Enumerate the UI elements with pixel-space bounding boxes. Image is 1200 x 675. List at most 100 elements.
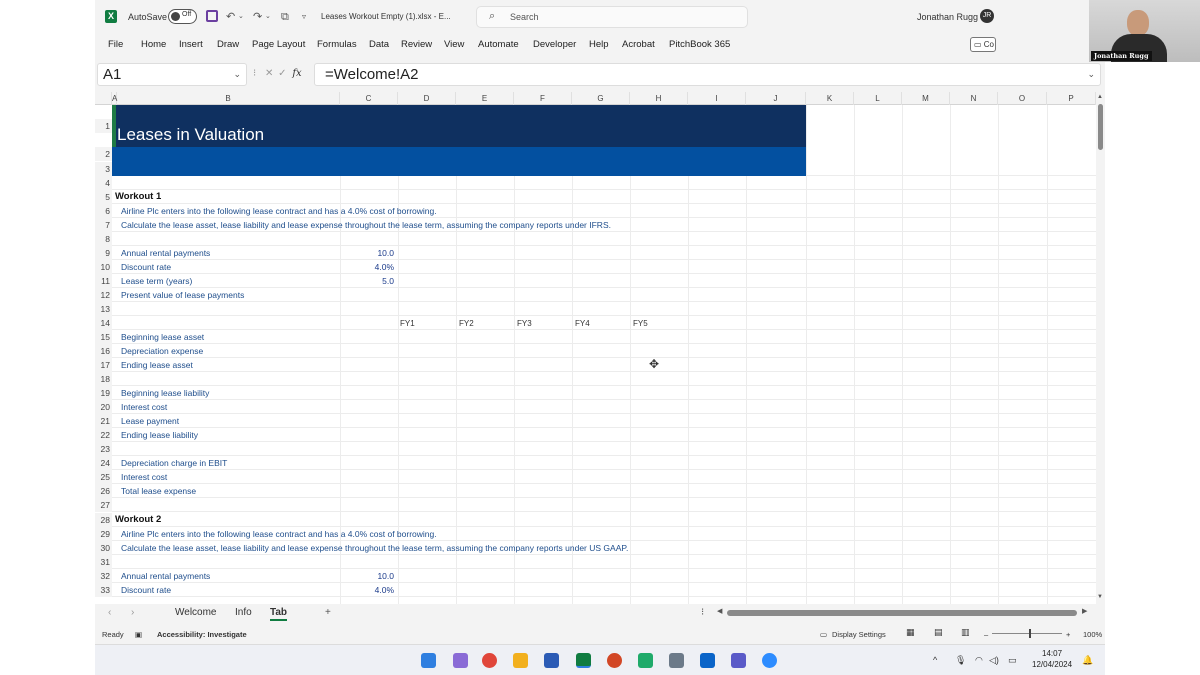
- enter-icon[interactable]: ✓: [278, 68, 286, 79]
- zoom-slider[interactable]: [992, 633, 1062, 634]
- row-header[interactable]: 2: [95, 147, 112, 161]
- column-header-p[interactable]: P: [1047, 92, 1096, 105]
- media-icon[interactable]: [638, 653, 653, 668]
- page-layout-view-icon[interactable]: ▤: [934, 627, 943, 638]
- row-header[interactable]: 18: [95, 372, 112, 386]
- column-header-g[interactable]: G: [572, 92, 630, 105]
- excel-icon[interactable]: [576, 653, 591, 668]
- next-sheet-icon[interactable]: ›: [131, 607, 134, 618]
- menu-formulas[interactable]: Formulas: [317, 39, 357, 50]
- redo-dropdown-icon[interactable]: ⌄: [265, 9, 271, 25]
- tab-info[interactable]: Info: [235, 607, 252, 618]
- expand-formula-icon[interactable]: ⌄: [1087, 64, 1095, 85]
- copilot-icon[interactable]: [453, 653, 468, 668]
- comments-button[interactable]: ▭ Co: [970, 37, 996, 52]
- column-header-o[interactable]: O: [998, 92, 1047, 105]
- wifi-icon[interactable]: ◠: [975, 655, 983, 666]
- tray-chevron-icon[interactable]: ^: [933, 655, 937, 665]
- autosave-toggle[interactable]: Off: [168, 9, 197, 24]
- name-box[interactable]: A1 ⌄: [97, 63, 247, 86]
- calculator-icon[interactable]: [669, 653, 684, 668]
- menu-review[interactable]: Review: [401, 39, 432, 50]
- save-icon[interactable]: [206, 10, 218, 22]
- search-box[interactable]: ⌕ Search: [476, 6, 748, 28]
- row-header[interactable]: 25: [95, 470, 112, 484]
- row-header[interactable]: 12: [95, 288, 112, 302]
- zoom-out-icon[interactable]: –: [984, 630, 988, 639]
- column-header-h[interactable]: H: [630, 92, 688, 105]
- macro-record-icon[interactable]: ▣: [135, 630, 142, 639]
- row-header[interactable]: 8: [95, 232, 112, 246]
- column-header-l[interactable]: L: [854, 92, 902, 105]
- column-header-c[interactable]: C: [340, 92, 398, 105]
- prev-sheet-icon[interactable]: ‹: [108, 607, 111, 618]
- column-header-k[interactable]: K: [806, 92, 854, 105]
- row-header[interactable]: 7: [95, 218, 112, 232]
- row-header[interactable]: 32: [95, 569, 112, 583]
- row-header[interactable]: 23: [95, 442, 112, 456]
- row-header[interactable]: 1: [95, 119, 112, 133]
- row-header[interactable]: 20: [95, 400, 112, 414]
- more-options-icon[interactable]: ⁝: [701, 607, 704, 618]
- teams-icon[interactable]: [731, 653, 746, 668]
- scroll-up-icon[interactable]: ▲: [1097, 94, 1103, 100]
- row-header[interactable]: 16: [95, 344, 112, 358]
- formula-input[interactable]: =Welcome!A2 ⌄: [314, 63, 1101, 86]
- row-header[interactable]: 22: [95, 428, 112, 442]
- row-header[interactable]: 3: [95, 162, 112, 176]
- word-icon[interactable]: [544, 653, 559, 668]
- tab-welcome[interactable]: Welcome: [175, 607, 217, 618]
- scroll-left-icon[interactable]: ◀: [717, 607, 722, 615]
- volume-icon[interactable]: ◁): [989, 655, 999, 666]
- menu-insert[interactable]: Insert: [179, 39, 203, 50]
- zoom-in-icon[interactable]: +: [1066, 630, 1070, 639]
- cancel-icon[interactable]: ✕: [265, 68, 273, 79]
- scroll-down-icon[interactable]: ▼: [1097, 594, 1103, 600]
- more-icon[interactable]: ⁝: [253, 68, 256, 79]
- menu-acrobat[interactable]: Acrobat: [622, 39, 655, 50]
- row-header[interactable]: 31: [95, 555, 112, 569]
- row-header[interactable]: 5: [95, 190, 112, 204]
- row-header[interactable]: 15: [95, 330, 112, 344]
- row-header[interactable]: 10: [95, 260, 112, 274]
- select-all-corner[interactable]: [95, 92, 112, 105]
- column-header-i[interactable]: I: [688, 92, 746, 105]
- row-header[interactable]: 21: [95, 414, 112, 428]
- vertical-scrollbar[interactable]: ▲ ▼: [1096, 92, 1105, 604]
- menu-home[interactable]: Home: [141, 39, 166, 50]
- row-header[interactable]: 29: [95, 527, 112, 541]
- row-header[interactable]: 28: [95, 513, 112, 527]
- add-sheet-button[interactable]: +: [325, 607, 331, 618]
- row-header[interactable]: 30: [95, 541, 112, 555]
- tab-tab[interactable]: Tab: [270, 607, 288, 621]
- user-avatar[interactable]: JR: [980, 9, 994, 23]
- display-settings-icon[interactable]: ▭: [820, 630, 827, 639]
- menu-draw[interactable]: Draw: [217, 39, 239, 50]
- horizontal-scrollbar[interactable]: ◀ ▶: [717, 607, 1089, 617]
- row-header[interactable]: 4: [95, 176, 112, 190]
- microphone-icon[interactable]: 🎙: [955, 655, 966, 666]
- start-icon[interactable]: [421, 653, 436, 668]
- menu-page-layout[interactable]: Page Layout: [252, 39, 305, 50]
- column-header-n[interactable]: N: [950, 92, 998, 105]
- spreadsheet-grid[interactable]: A B C D E F G H I J K L M N O P 12345678…: [95, 92, 1105, 604]
- menu-file[interactable]: File: [108, 39, 123, 50]
- zoom-slider-thumb[interactable]: [1029, 629, 1031, 638]
- battery-icon[interactable]: ▭: [1008, 655, 1017, 666]
- scroll-right-icon[interactable]: ▶: [1082, 607, 1087, 615]
- undo-dropdown-icon[interactable]: ⌄: [238, 9, 244, 25]
- user-name[interactable]: Jonathan Rugg: [917, 12, 978, 22]
- zoom-level[interactable]: 100%: [1083, 630, 1102, 639]
- row-header[interactable]: 24: [95, 456, 112, 470]
- column-header-d[interactable]: D: [398, 92, 456, 105]
- menu-data[interactable]: Data: [369, 39, 389, 50]
- row-header[interactable]: 11: [95, 274, 112, 288]
- redo-icon[interactable]: ↷: [253, 9, 262, 25]
- row-header[interactable]: 17: [95, 358, 112, 372]
- menu-view[interactable]: View: [444, 39, 464, 50]
- outlook-icon[interactable]: [700, 653, 715, 668]
- row-header[interactable]: 27: [95, 498, 112, 512]
- chevron-down-icon[interactable]: ⌄: [233, 64, 241, 85]
- insert-function-icon[interactable]: fx: [292, 68, 301, 79]
- menu-help[interactable]: Help: [589, 39, 609, 50]
